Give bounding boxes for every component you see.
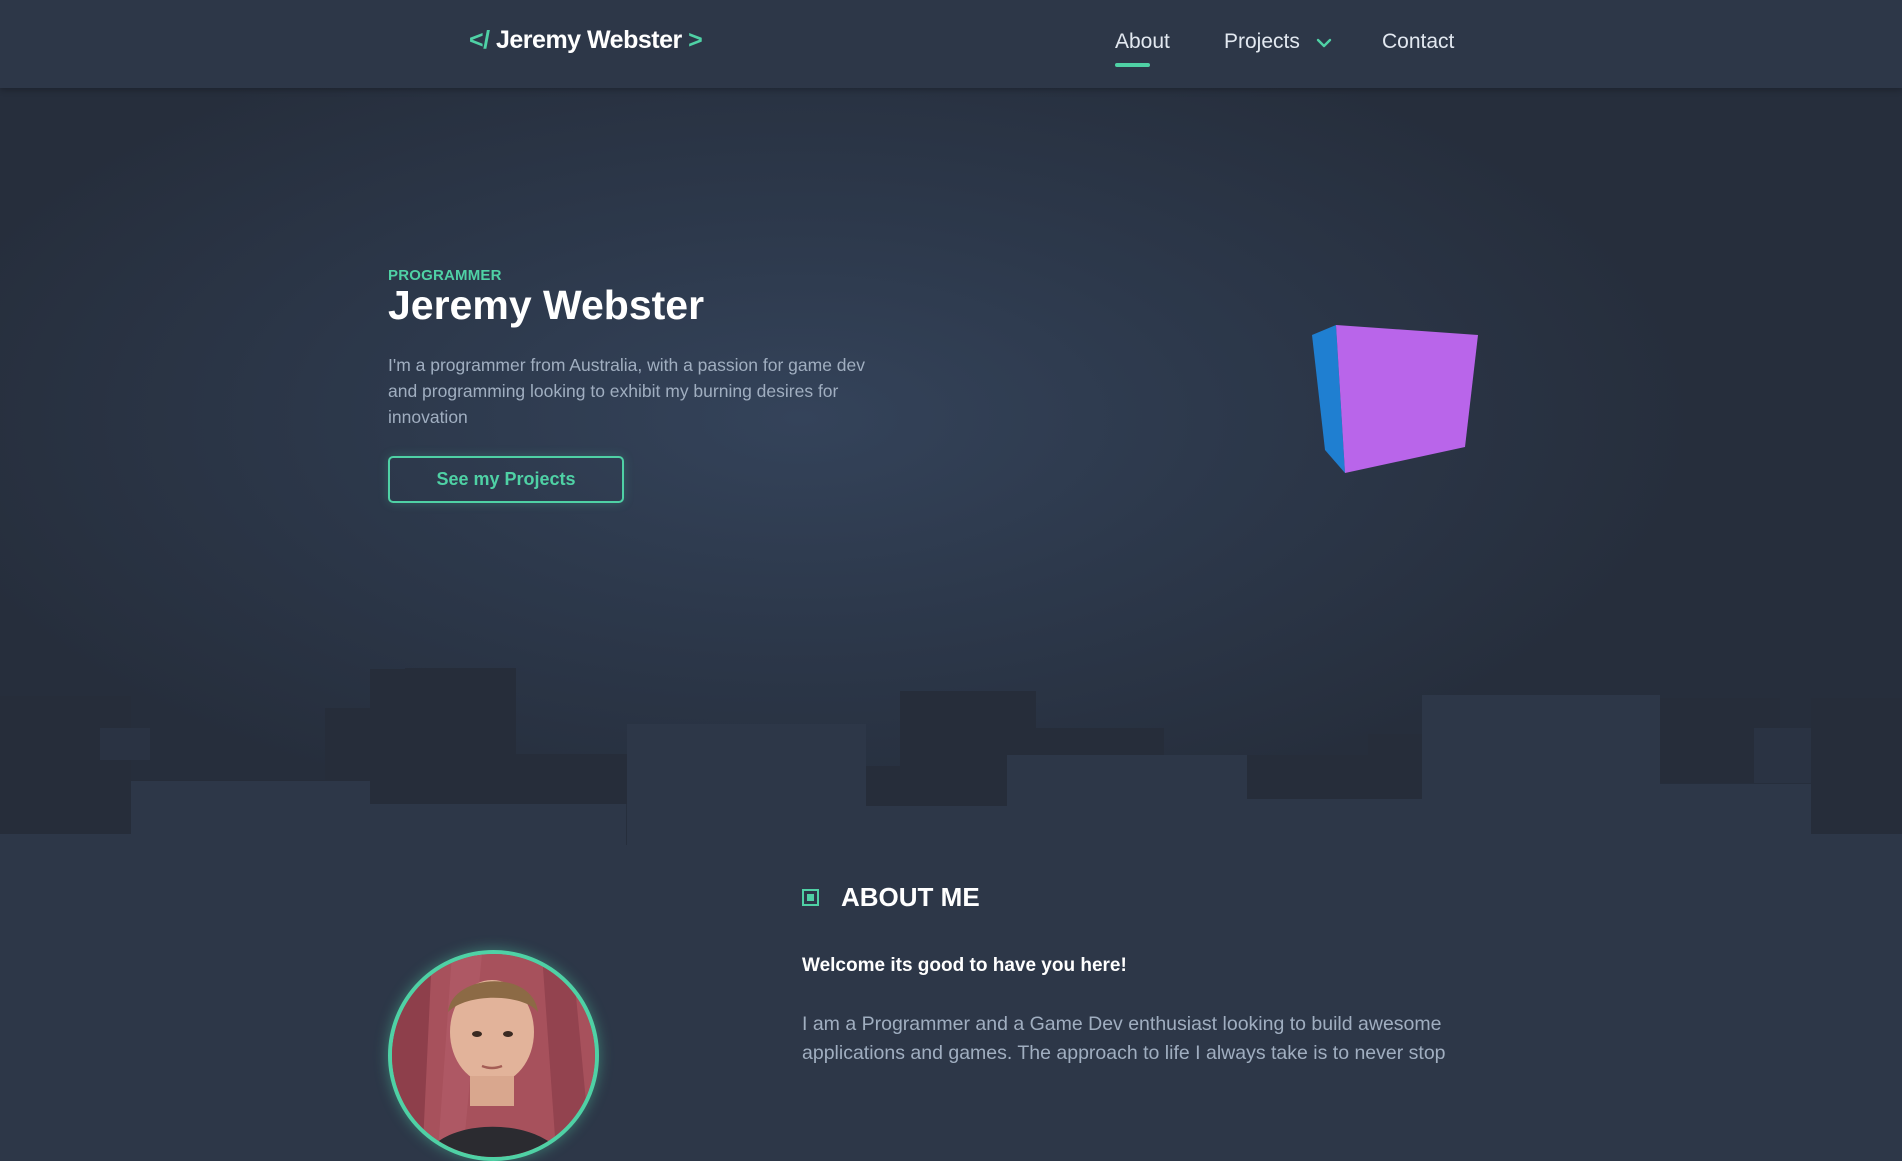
nav-link-projects-label: Projects <box>1224 30 1300 53</box>
hero-description: I'm a programmer from Australia, with a … <box>388 355 866 427</box>
about-section: ABOUT ME Welcome its good to have you he… <box>0 845 1902 1161</box>
nav-link-contact-label: Contact <box>1382 30 1455 53</box>
about-heading: ABOUT ME <box>841 882 980 912</box>
rotating-cube-graphic <box>1312 325 1478 473</box>
hero-section: PROGRAMMER Jeremy Webster I'm a programm… <box>0 88 1902 845</box>
nav-link-contact[interactable]: Contact <box>1382 30 1454 54</box>
nav-link-about-label: About <box>1115 30 1170 53</box>
square-bullet-icon <box>802 889 819 906</box>
avatar <box>388 950 599 1161</box>
navbar: </ Jeremy Webster > About Projects Conta… <box>0 0 1902 88</box>
logo-close-tag: > <box>688 26 703 54</box>
chevron-down-icon <box>1316 30 1332 54</box>
logo-open-tag: </ <box>469 26 490 54</box>
hero-title: Jeremy Webster <box>388 282 705 328</box>
see-projects-button[interactable]: See my Projects <box>388 456 624 503</box>
nav-link-about[interactable]: About <box>1115 30 1170 67</box>
about-body-text: I am a Programmer and a Game Dev enthusi… <box>802 1013 1446 1064</box>
about-welcome-text: Welcome its good to have you here! <box>802 955 1127 976</box>
pixel-skyline-background <box>0 668 1902 845</box>
nav-dropdown-projects[interactable]: Projects <box>1224 30 1332 54</box>
logo-name: Jeremy Webster <box>496 26 682 54</box>
site-logo[interactable]: </ Jeremy Webster > <box>469 26 703 55</box>
active-nav-indicator <box>1115 63 1150 67</box>
